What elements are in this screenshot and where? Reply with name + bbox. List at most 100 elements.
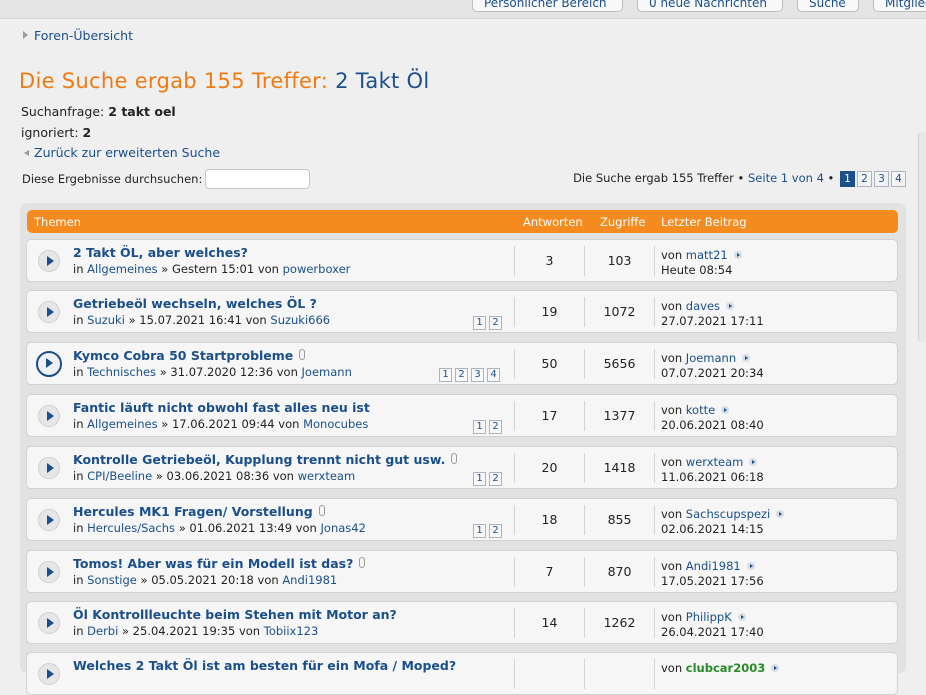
topic-page-link[interactable]: 2 — [455, 368, 468, 382]
by-word: von — [661, 403, 683, 417]
topic-row[interactable]: Tomos! Aber was für ein Modell ist das? i… — [26, 550, 898, 593]
goto-last-post-icon[interactable] — [776, 510, 785, 518]
topic-title-link[interactable]: Kontrolle Getriebeöl, Kupplung trennt ni… — [73, 452, 458, 467]
topic-read-icon[interactable] — [38, 509, 60, 531]
topic-title-link[interactable]: Getriebeöl wechseln, welches ÖL ? — [73, 296, 317, 311]
topic-author-link[interactable]: Jonas42 — [321, 521, 366, 535]
pagination: Die Suche ergab 155 Treffer • Seite 1 vo… — [573, 171, 906, 187]
topic-read-icon[interactable] — [38, 301, 60, 323]
topic-row[interactable]: Welches 2 Takt Öl ist am besten für ein … — [26, 652, 898, 695]
topic-page-link[interactable]: 1 — [473, 316, 486, 330]
last-post-user-link[interactable]: Joemann — [686, 351, 736, 365]
topic-page-link[interactable]: 1 — [473, 420, 486, 434]
page-1-button[interactable]: 1 — [840, 171, 855, 187]
topic-read-icon[interactable] — [38, 612, 60, 634]
topic-pagination: 12 — [470, 316, 502, 330]
by-word: von — [661, 661, 683, 675]
topic-author-link[interactable]: Tobiix123 — [264, 624, 319, 638]
topic-title-link[interactable]: 2 Takt ÖL, aber welches? — [73, 245, 248, 260]
last-post-user-link[interactable]: matt21 — [686, 248, 728, 262]
last-post-date: 11.06.2021 06:18 — [661, 470, 764, 484]
last-post-user-link[interactable]: kotte — [686, 403, 715, 417]
topic-title-link[interactable]: Fantic läuft nicht obwohl fast alles neu… — [73, 400, 370, 415]
topic-page-link[interactable]: 3 — [471, 368, 484, 382]
topic-row[interactable]: Getriebeöl wechseln, welches ÖL ? in Suzu… — [26, 290, 898, 333]
goto-last-post-icon[interactable] — [726, 302, 735, 310]
nav-search-button[interactable]: Suche — [797, 0, 859, 12]
topic-read-icon[interactable] — [38, 561, 60, 583]
topic-read-icon[interactable] — [38, 663, 60, 685]
topic-title-link[interactable]: Kymco Cobra 50 Startprobleme — [73, 348, 306, 363]
topic-read-icon[interactable] — [36, 351, 62, 377]
nav-messages-button[interactable]: 0 neue Nachrichten — [637, 0, 783, 12]
breadcrumb-forum-index-link[interactable]: Foren-Übersicht — [34, 28, 133, 43]
topic-forum-link[interactable]: Sonstige — [87, 573, 137, 587]
topic-forum-link[interactable]: Allgemeines — [87, 417, 157, 431]
page-4-button[interactable]: 4 — [891, 171, 906, 187]
topic-forum-link[interactable]: CPI/Beeline — [87, 469, 152, 483]
topic-title-link[interactable]: Hercules MK1 Fragen/ Vorstellung — [73, 504, 325, 519]
topic-author-link[interactable]: Suzuki666 — [270, 313, 330, 327]
topic-author-link[interactable]: Joemann — [302, 365, 352, 379]
topic-row[interactable]: Öl Kontrollleuchte beim Stehen mit Motor… — [26, 601, 898, 644]
topic-row[interactable]: 2 Takt ÖL, aber welches? in Allgemeines »… — [26, 239, 898, 282]
last-post-user-link[interactable]: daves — [686, 299, 720, 313]
last-post-user-link[interactable]: Sachscupspezi — [686, 507, 770, 521]
goto-last-post-icon[interactable] — [771, 664, 780, 672]
topic-title-link[interactable]: Tomos! Aber was für ein Modell ist das? — [73, 556, 366, 571]
query-value: 2 takt oel — [108, 104, 176, 119]
topic-row[interactable]: Kontrolle Getriebeöl, Kupplung trennt ni… — [26, 446, 898, 489]
topic-title-text: 2 Takt ÖL, aber welches? — [73, 245, 248, 260]
topic-page-link[interactable]: 2 — [489, 420, 502, 434]
topic-author-link[interactable]: Monocubes — [303, 417, 368, 431]
topic-row[interactable]: Kymco Cobra 50 Startprobleme in Technisch… — [26, 342, 898, 385]
search-within-input[interactable] — [205, 169, 310, 189]
col-last-post-header: Letzter Beitrag — [661, 215, 747, 229]
query-label: Suchanfrage: — [21, 104, 105, 119]
topic-author-link[interactable]: werxteam — [298, 469, 356, 483]
last-post-user-link[interactable]: werxteam — [686, 455, 744, 469]
goto-last-post-icon[interactable] — [733, 251, 742, 259]
topic-row[interactable]: Hercules MK1 Fragen/ Vorstellung in Hercu… — [26, 498, 898, 541]
goto-last-post-icon[interactable] — [737, 613, 746, 621]
topic-forum-link[interactable]: Derbi — [87, 624, 118, 638]
nav-user-panel-button[interactable]: Persönlicher Bereich — [472, 0, 623, 12]
topic-author-link[interactable]: Andi1981 — [282, 573, 337, 587]
topic-page-link[interactable]: 1 — [473, 472, 486, 486]
nav-members-button[interactable]: Mitglieder — [873, 0, 926, 12]
last-post-date: Heute 08:54 — [661, 263, 733, 277]
by-word: von — [238, 624, 261, 638]
topic-page-link[interactable]: 1 — [473, 524, 486, 538]
goto-last-post-icon[interactable] — [742, 354, 751, 362]
goto-last-post-icon[interactable] — [746, 562, 755, 570]
topic-page-link[interactable]: 4 — [487, 368, 500, 382]
topic-page-link[interactable]: 2 — [489, 316, 502, 330]
last-post-user-link[interactable]: Andi1981 — [686, 559, 741, 573]
last-post-user-link[interactable]: PhilippK — [686, 610, 732, 624]
goto-last-post-icon[interactable] — [749, 458, 758, 466]
last-post-user-link[interactable]: clubcar2003 — [686, 661, 765, 675]
column-divider — [654, 505, 655, 535]
page-2-button[interactable]: 2 — [857, 171, 872, 187]
topic-read-icon[interactable] — [38, 250, 60, 272]
topic-author-link[interactable]: powerboxer — [283, 262, 351, 276]
topic-row[interactable]: Fantic läuft nicht obwohl fast alles neu… — [26, 394, 898, 437]
topic-forum-link[interactable]: Hercules/Sachs — [87, 521, 175, 535]
topic-forum-link[interactable]: Allgemeines — [87, 262, 157, 276]
topic-page-link[interactable]: 1 — [439, 368, 452, 382]
topic-forum-link[interactable]: Technisches — [87, 365, 156, 379]
topic-read-icon[interactable] — [38, 405, 60, 427]
in-word: in — [73, 417, 84, 431]
goto-last-post-icon[interactable] — [721, 406, 730, 414]
pagination-page-info[interactable]: Seite 1 von 4 — [748, 171, 824, 185]
topic-read-icon[interactable] — [38, 457, 60, 479]
topic-forum-link[interactable]: Suzuki — [87, 313, 125, 327]
col-topics-header: Themen — [34, 215, 81, 229]
views-count: 1262 — [603, 615, 636, 630]
last-post-author: von Andi1981 — [661, 559, 755, 573]
topic-title-link[interactable]: Öl Kontrollleuchte beim Stehen mit Motor… — [73, 607, 397, 622]
topic-page-link[interactable]: 2 — [489, 524, 502, 538]
advanced-search-back-link[interactable]: Zurück zur erweiterten Suche — [34, 145, 220, 160]
topic-page-link[interactable]: 2 — [489, 472, 502, 486]
page-3-button[interactable]: 3 — [874, 171, 889, 187]
